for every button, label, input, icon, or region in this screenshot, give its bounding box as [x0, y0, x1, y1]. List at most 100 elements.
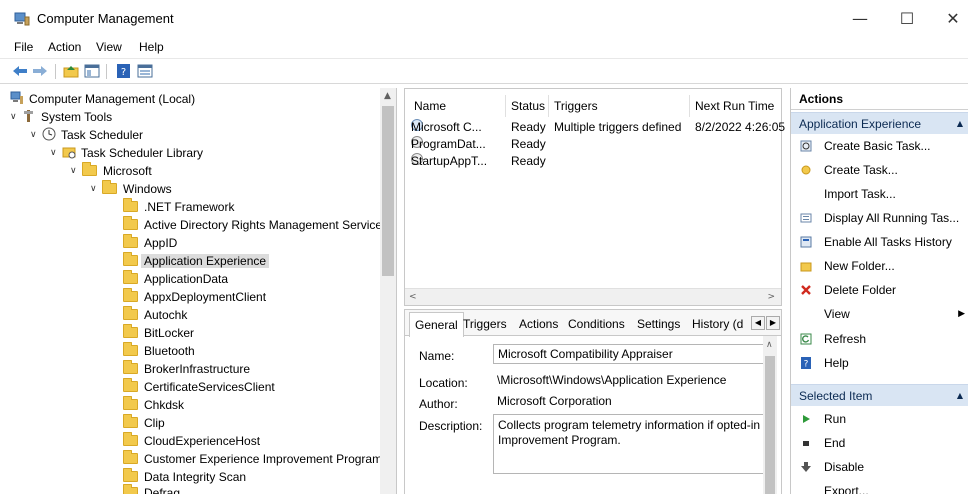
tree-item-folder[interactable]: Chkdsk	[123, 396, 184, 414]
action-disable[interactable]: Disable	[791, 456, 968, 478]
tree-item-folder[interactable]: Autochk	[123, 306, 187, 324]
folder-icon	[123, 432, 138, 446]
name-field[interactable]: Microsoft Compatibility Appraiser	[493, 344, 765, 364]
action-export[interactable]: Export...	[791, 480, 968, 494]
collapse-icon[interactable]: ▲	[957, 385, 963, 407]
action-display-running-tasks[interactable]: Display All Running Tas...	[791, 207, 968, 229]
tree-item-windows[interactable]: ∨ Windows	[90, 180, 172, 198]
column-divider[interactable]	[505, 95, 506, 117]
action-create-basic-task[interactable]: Create Basic Task...	[791, 135, 968, 157]
tree-item-folder[interactable]: ApplicationData	[123, 270, 228, 288]
tab-history[interactable]: History (d	[692, 317, 743, 331]
properties-icon[interactable]	[137, 64, 153, 78]
tree-item-folder-selected[interactable]: Application Experience	[123, 252, 270, 270]
help-toolbar-icon[interactable]: ?	[116, 64, 132, 78]
tab-settings[interactable]: Settings	[637, 317, 680, 331]
maximize-button[interactable]: ☐	[889, 6, 925, 32]
column-header-triggers[interactable]: Triggers	[554, 97, 598, 115]
action-run[interactable]: Run	[791, 408, 968, 430]
tree-item-microsoft[interactable]: ∨ Microsoft	[70, 162, 152, 180]
action-end[interactable]: End	[791, 432, 968, 454]
menu-view[interactable]: View	[96, 40, 122, 54]
tab-scroll-left-icon[interactable]: ◀	[751, 316, 765, 330]
scrollbar-thumb[interactable]	[382, 106, 394, 276]
task-detail-panel: General Triggers Actions Conditions Sett…	[404, 309, 782, 494]
action-new-folder[interactable]: New Folder...	[791, 255, 968, 277]
minimize-button[interactable]: —	[842, 6, 878, 32]
scroll-right-icon[interactable]: >	[767, 292, 775, 302]
tree-item-folder[interactable]: AppID	[123, 234, 177, 252]
chevron-down-icon[interactable]: ∨	[30, 126, 42, 144]
table-row[interactable]: Microsoft C... Ready Multiple triggers d…	[411, 119, 785, 136]
action-help[interactable]: ? Help	[791, 352, 968, 374]
author-value: Microsoft Corporation	[497, 394, 612, 408]
table-row[interactable]: ProgramDat... Ready	[411, 136, 779, 153]
tab-scroll-right-icon[interactable]: ▶	[766, 316, 780, 330]
history-icon	[800, 236, 812, 248]
horizontal-scrollbar[interactable]: < >	[405, 288, 781, 305]
column-divider[interactable]	[548, 95, 549, 117]
scroll-up-icon[interactable]: ▲	[384, 91, 391, 101]
menu-help[interactable]: Help	[139, 40, 164, 54]
task-next-run-cell: 8/2/2022 4:26:05	[695, 120, 786, 134]
tree-item-folder[interactable]: Active Directory Rights Management Servi…	[123, 216, 388, 234]
column-header-next-run[interactable]: Next Run Time	[695, 97, 774, 115]
chevron-down-icon[interactable]: ∨	[50, 144, 62, 162]
tree-item-task-scheduler-library[interactable]: ∨ Task Scheduler Library	[50, 144, 203, 162]
tab-general[interactable]: General	[409, 312, 464, 337]
tree-item-folder[interactable]: Defrag	[123, 484, 180, 494]
column-divider[interactable]	[689, 95, 690, 117]
actions-group-selected-item[interactable]: Selected Item ▲	[791, 384, 968, 406]
scroll-up-icon[interactable]: ∧	[766, 340, 773, 350]
detail-scrollbar[interactable]: ∧	[763, 336, 777, 494]
action-delete-folder[interactable]: Delete Folder	[791, 279, 968, 301]
action-view[interactable]: View ▶	[791, 303, 968, 325]
tree-item-system-tools[interactable]: ∨ System Tools	[10, 108, 112, 126]
show-hide-tree-icon[interactable]	[84, 64, 100, 78]
tree-item-folder[interactable]: CloudExperienceHost	[123, 432, 260, 450]
collapse-icon[interactable]: ▲	[957, 113, 963, 135]
scrollbar-thumb[interactable]	[765, 356, 775, 494]
tab-actions[interactable]: Actions	[519, 317, 558, 331]
tree-item-folder[interactable]: BitLocker	[123, 324, 194, 342]
description-field[interactable]: Collects program telemetry information i…	[493, 414, 765, 474]
folder-icon	[102, 180, 117, 194]
tree-item-computer-management[interactable]: Computer Management (Local)	[10, 90, 195, 108]
back-icon[interactable]	[12, 64, 28, 78]
action-enable-history[interactable]: Enable All Tasks History	[791, 231, 968, 253]
action-import-task[interactable]: Import Task...	[791, 183, 968, 205]
menu-file[interactable]: File	[14, 40, 33, 54]
menu-bar: File Action View Help	[0, 38, 968, 58]
column-header-status[interactable]: Status	[511, 97, 545, 115]
tab-conditions[interactable]: Conditions	[568, 317, 625, 331]
chevron-down-icon[interactable]: ∨	[70, 162, 82, 180]
actions-group-application-experience[interactable]: Application Experience ▲	[791, 112, 968, 134]
disable-icon	[801, 462, 811, 472]
menu-action[interactable]: Action	[48, 40, 81, 54]
tree-item-folder[interactable]: AppxDeploymentClient	[123, 288, 266, 306]
tree-item-folder[interactable]: Bluetooth	[123, 342, 195, 360]
action-refresh[interactable]: Refresh	[791, 328, 968, 350]
tree-scrollbar[interactable]: ▲	[380, 88, 396, 494]
chevron-down-icon[interactable]: ∨	[90, 180, 102, 198]
tab-triggers[interactable]: Triggers	[463, 317, 507, 331]
create-basic-task-icon	[800, 140, 812, 152]
chevron-down-icon[interactable]: ∨	[10, 108, 22, 126]
tree-item-folder[interactable]: .NET Framework	[123, 198, 234, 216]
tree-item-folder[interactable]: BrokerInfrastructure	[123, 360, 250, 378]
forward-icon[interactable]	[32, 64, 48, 78]
column-header-name[interactable]: Name	[414, 97, 446, 115]
action-create-task[interactable]: Create Task...	[791, 159, 968, 181]
end-icon	[803, 441, 809, 446]
tree-item-task-scheduler[interactable]: ∨ Task Scheduler	[30, 126, 143, 144]
table-row[interactable]: StartupAppT... Ready	[411, 153, 779, 170]
close-button[interactable]: ✕	[935, 6, 968, 32]
up-folder-icon[interactable]	[63, 64, 79, 78]
tree-item-folder[interactable]: Customer Experience Improvement Program	[123, 450, 382, 468]
scroll-left-icon[interactable]: <	[409, 292, 417, 302]
tree-item-folder[interactable]: Clip	[123, 414, 165, 432]
tree-item-folder[interactable]: CertificateServicesClient	[123, 378, 275, 396]
task-status-cell: Ready	[511, 120, 546, 134]
task-list: Name Status Triggers Next Run Time Micro…	[404, 88, 785, 306]
tools-icon	[24, 110, 33, 122]
